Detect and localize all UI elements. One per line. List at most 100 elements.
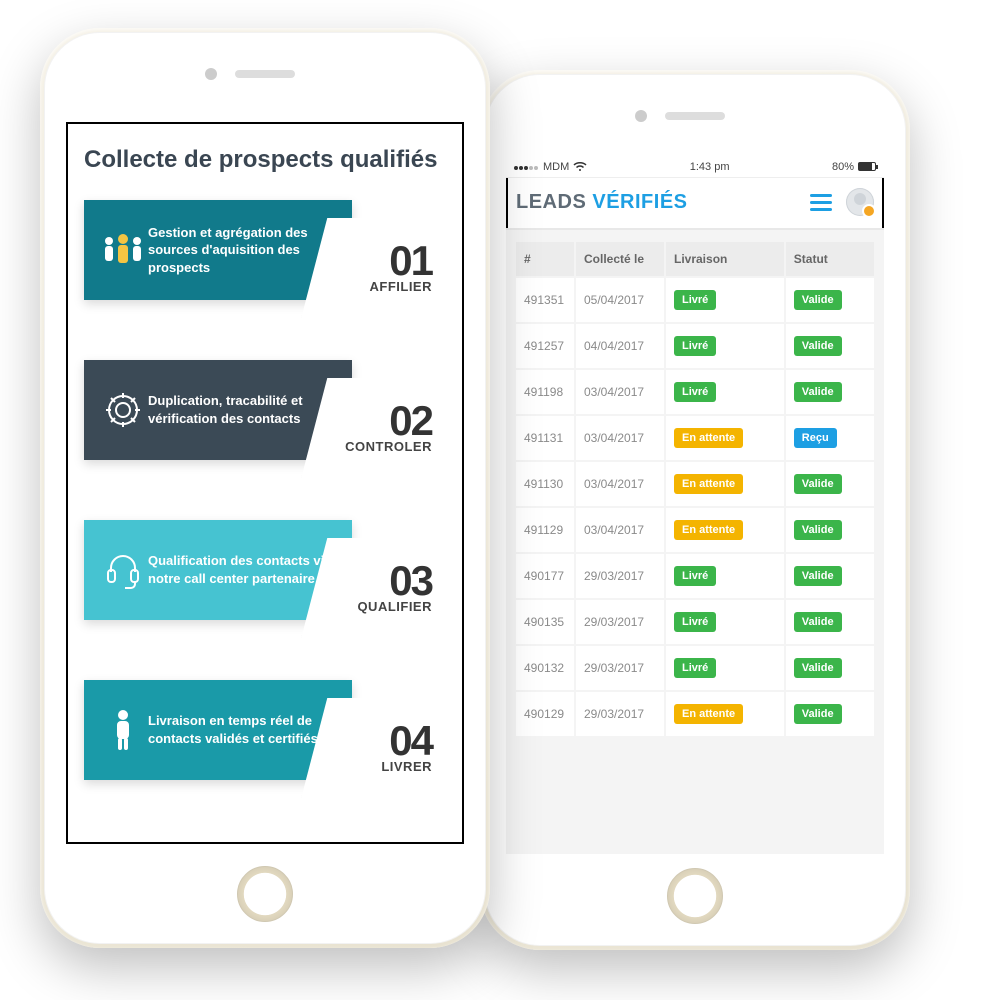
- col-status[interactable]: Statut: [786, 242, 874, 276]
- status-badge: Reçu: [794, 428, 837, 448]
- cell-status: Valide: [786, 600, 874, 644]
- cell-id: 491131: [516, 416, 574, 460]
- status-badge: Valide: [794, 290, 842, 310]
- cell-id: 491351: [516, 278, 574, 322]
- cell-id: 490129: [516, 692, 574, 736]
- cell-status: Valide: [786, 554, 874, 598]
- col-delivery[interactable]: Livraison: [666, 242, 784, 276]
- delivery-badge: En attente: [674, 428, 743, 448]
- delivery-badge: Livré: [674, 658, 716, 678]
- step-desc: Qualification des contacts via notre cal…: [148, 552, 336, 587]
- cell-delivery: En attente: [666, 508, 784, 552]
- people-icon: [98, 230, 148, 270]
- cell-date: 04/04/2017: [576, 324, 664, 368]
- brand-word-1: LEADS: [516, 191, 586, 213]
- cell-id: 490132: [516, 646, 574, 690]
- table-row[interactable]: 49013229/03/2017 Livré Valide: [516, 646, 874, 690]
- cell-date: 29/03/2017: [576, 600, 664, 644]
- table-row[interactable]: 49113003/04/2017En attenteValide: [516, 462, 874, 506]
- table-row[interactable]: 49112903/04/2017 En attente Valide: [516, 508, 874, 552]
- delivery-badge: En attente: [674, 704, 743, 724]
- delivery-badge: Livré: [674, 290, 716, 310]
- delivery-badge: Livré: [674, 566, 716, 586]
- cell-delivery: Livré: [666, 600, 784, 644]
- table-row[interactable]: 49119803/04/2017LivréValide: [516, 370, 874, 414]
- table-row[interactable]: 49135105/04/2017 Livré Valide: [516, 278, 874, 322]
- cell-id: 490135: [516, 600, 574, 644]
- step-controler[interactable]: Duplication, tracabilité et vérification…: [84, 360, 446, 492]
- cell-id: 491129: [516, 508, 574, 552]
- headset-icon: [98, 550, 148, 590]
- step-desc: Livraison en temps réel de contacts vali…: [148, 712, 336, 747]
- person-icon: [98, 708, 148, 752]
- step-label: LIVRER: [381, 759, 432, 774]
- cell-status: Valide: [786, 646, 874, 690]
- clock-label: 1:43 pm: [690, 161, 730, 173]
- status-badge: Valide: [794, 566, 842, 586]
- phone-camera: [205, 68, 217, 80]
- delivery-badge: Livré: [674, 382, 716, 402]
- status-badge: Valide: [794, 658, 842, 678]
- table-header-row: # Collecté le Livraison Statut: [516, 242, 874, 276]
- col-date[interactable]: Collecté le: [576, 242, 664, 276]
- step-qualifier[interactable]: Qualification des contacts via notre cal…: [84, 520, 446, 652]
- cell-delivery: En attente: [666, 692, 784, 736]
- avatar[interactable]: [846, 188, 874, 216]
- cell-date: 03/04/2017: [576, 508, 664, 552]
- cell-date: 05/04/2017: [576, 278, 664, 322]
- brand-logo[interactable]: LEADS VÉRIFIÉS: [516, 191, 688, 214]
- table-row[interactable]: 49012929/03/2017En attenteValide: [516, 692, 874, 736]
- delivery-badge: Livré: [674, 612, 716, 632]
- status-badge: Valide: [794, 382, 842, 402]
- leads-table: # Collecté le Livraison Statut 49135105/…: [514, 240, 876, 738]
- cell-delivery: Livré: [666, 324, 784, 368]
- cell-status: Valide: [786, 370, 874, 414]
- table-row[interactable]: 49125704/04/2017LivréValide: [516, 324, 874, 368]
- phone-speaker: [235, 70, 295, 78]
- brand-word-2: VÉRIFIÉS: [592, 191, 687, 213]
- cell-id: 491130: [516, 462, 574, 506]
- leads-table-wrap: # Collecté le Livraison Statut 49135105/…: [506, 230, 884, 854]
- cell-status: Valide: [786, 462, 874, 506]
- phone-right: MDM 1:43 pm 80% LEADS VÉRIFIÉS: [480, 70, 910, 950]
- menu-icon[interactable]: [810, 194, 832, 211]
- status-badge: Valide: [794, 612, 842, 632]
- battery-label: 80%: [832, 161, 854, 173]
- cell-date: 29/03/2017: [576, 646, 664, 690]
- step-number: 02: [389, 402, 432, 440]
- status-badge: Valide: [794, 704, 842, 724]
- home-button[interactable]: [237, 866, 293, 922]
- home-button[interactable]: [667, 868, 723, 924]
- cell-delivery: En attente: [666, 462, 784, 506]
- step-number: 03: [389, 562, 432, 600]
- screen-left: Collecte de prospects qualifiés Gestion …: [66, 122, 464, 844]
- status-badge: Valide: [794, 520, 842, 540]
- battery-icon: [858, 162, 876, 171]
- cell-date: 03/04/2017: [576, 416, 664, 460]
- step-number: 01: [389, 242, 432, 280]
- step-label: QUALIFIER: [357, 599, 432, 614]
- cell-delivery: Livré: [666, 278, 784, 322]
- table-row[interactable]: 49013529/03/2017 Livré Valide: [516, 600, 874, 644]
- phone-speaker: [665, 112, 725, 120]
- step-number: 04: [389, 722, 432, 760]
- phone-camera: [635, 110, 647, 122]
- step-livrer[interactable]: Livraison en temps réel de contacts vali…: [84, 680, 446, 812]
- cell-id: 490177: [516, 554, 574, 598]
- status-bar: MDM 1:43 pm 80%: [506, 156, 884, 178]
- screen-right: MDM 1:43 pm 80% LEADS VÉRIFIÉS: [506, 156, 884, 854]
- cell-status: Reçu: [786, 416, 874, 460]
- col-id[interactable]: #: [516, 242, 574, 276]
- page-title: Collecte de prospects qualifiés: [84, 146, 446, 174]
- table-row[interactable]: 49113103/04/2017 En attente Reçu: [516, 416, 874, 460]
- delivery-badge: En attente: [674, 520, 743, 540]
- cell-status: Valide: [786, 278, 874, 322]
- status-badge: Valide: [794, 336, 842, 356]
- table-row[interactable]: 49017729/03/2017LivréValide: [516, 554, 874, 598]
- step-label: AFFILIER: [370, 279, 433, 294]
- phone-left: Collecte de prospects qualifiés Gestion …: [40, 28, 490, 948]
- delivery-badge: En attente: [674, 474, 743, 494]
- cell-status: Valide: [786, 324, 874, 368]
- cell-id: 491198: [516, 370, 574, 414]
- step-affilier[interactable]: Gestion et agrégation des sources d'aqui…: [84, 200, 446, 332]
